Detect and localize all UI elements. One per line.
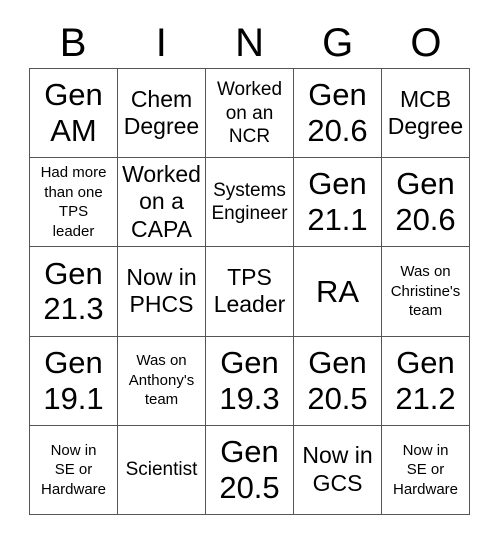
bingo-cell[interactable]: Gen 20.6 [382, 158, 470, 248]
bingo-cell-label: Gen 21.3 [43, 255, 104, 327]
bingo-cell[interactable]: MCB Degree [382, 69, 470, 159]
bingo-header-letter-i: I [155, 21, 167, 65]
bingo-cell[interactable]: Gen 20.5 [206, 425, 294, 515]
bingo-cell[interactable]: Now in PHCS [118, 247, 206, 337]
bingo-cell[interactable]: Gen 21.2 [382, 336, 470, 426]
bingo-cell-label: Gen 20.5 [307, 344, 368, 416]
bingo-cell-label: Was on Christine's team [390, 263, 461, 320]
bingo-cell-label: Now in GCS [302, 442, 373, 496]
bingo-cell[interactable]: Had more than one TPS leader [30, 158, 118, 248]
bingo-cell[interactable]: Now in SE or Hardware [30, 425, 118, 515]
bingo-cell[interactable]: Gen 19.3 [206, 336, 294, 426]
bingo-cell-label: Gen 19.3 [219, 344, 280, 416]
bingo-cell[interactable]: Now in SE or Hardware [382, 425, 470, 515]
bingo-header-letter-o: O [410, 21, 442, 65]
bingo-cell-label: Was on Anthony's team [128, 352, 195, 409]
bingo-cell[interactable]: Systems Engineer [206, 158, 294, 248]
bingo-cell-label: Gen 20.5 [219, 433, 280, 505]
bingo-cell[interactable]: Was on Anthony's team [118, 336, 206, 426]
bingo-cell[interactable]: Now in GCS [294, 425, 382, 515]
bingo-cell-label: Gen 20.6 [307, 77, 368, 149]
bingo-cell[interactable]: Worked on an NCR [206, 69, 294, 159]
bingo-cell-label: Now in PHCS [126, 263, 197, 318]
bingo-cell-label: Scientist [125, 459, 198, 481]
bingo-grid: Gen AM Chem Degree Worked on an NCR Gen 20.… [29, 68, 470, 515]
bingo-cell-label: Worked on a CAPA [122, 160, 201, 243]
bingo-cell[interactable]: Was on Christine's team [382, 247, 470, 337]
bingo-cell[interactable]: Gen AM [30, 69, 118, 159]
bingo-cell-label: Gen 21.1 [307, 166, 368, 238]
bingo-cell-label: Now in SE or Hardware [40, 441, 107, 498]
bingo-cell[interactable]: Gen 21.1 [294, 158, 382, 248]
bingo-cell[interactable]: RA [294, 247, 382, 337]
bingo-cell-label: Gen AM [44, 77, 103, 149]
bingo-header-letter-n: N [235, 21, 264, 65]
bingo-cell[interactable]: Gen 20.5 [294, 336, 382, 426]
bingo-cell[interactable]: Gen 19.1 [30, 336, 118, 426]
bingo-cell-label: RA [315, 273, 360, 309]
bingo-cell-label: Had more than one TPS leader [40, 164, 107, 240]
bingo-cell-label: Chem Degree [123, 85, 200, 140]
bingo-cell-label: Systems Engineer [211, 180, 288, 225]
bingo-cell[interactable]: Gen 21.3 [30, 247, 118, 337]
bingo-cell-label: Worked on an NCR [216, 79, 283, 147]
bingo-cell[interactable]: TPS Leader [206, 247, 294, 337]
bingo-cell-label: Now in SE or Hardware [392, 441, 459, 498]
bingo-cell[interactable]: Chem Degree [118, 69, 206, 159]
bingo-card: B I N G O Gen AM Chem Degree Worked on an … [0, 0, 500, 544]
bingo-cell-label: Gen 20.6 [395, 166, 456, 238]
bingo-cell-label: MCB Degree [387, 85, 464, 140]
bingo-header-row: B I N G O [29, 18, 470, 68]
bingo-header-letter-b: B [59, 21, 87, 65]
bingo-cell[interactable]: Gen 20.6 [294, 69, 382, 159]
bingo-cell[interactable]: Scientist [118, 425, 206, 515]
bingo-header-letter-g: G [322, 21, 354, 65]
bingo-cell[interactable]: Worked on a CAPA [118, 158, 206, 248]
bingo-cell-label: Gen 21.2 [395, 344, 456, 416]
bingo-cell-label: Gen 19.1 [43, 344, 104, 416]
bingo-cell-label: TPS Leader [213, 263, 286, 318]
